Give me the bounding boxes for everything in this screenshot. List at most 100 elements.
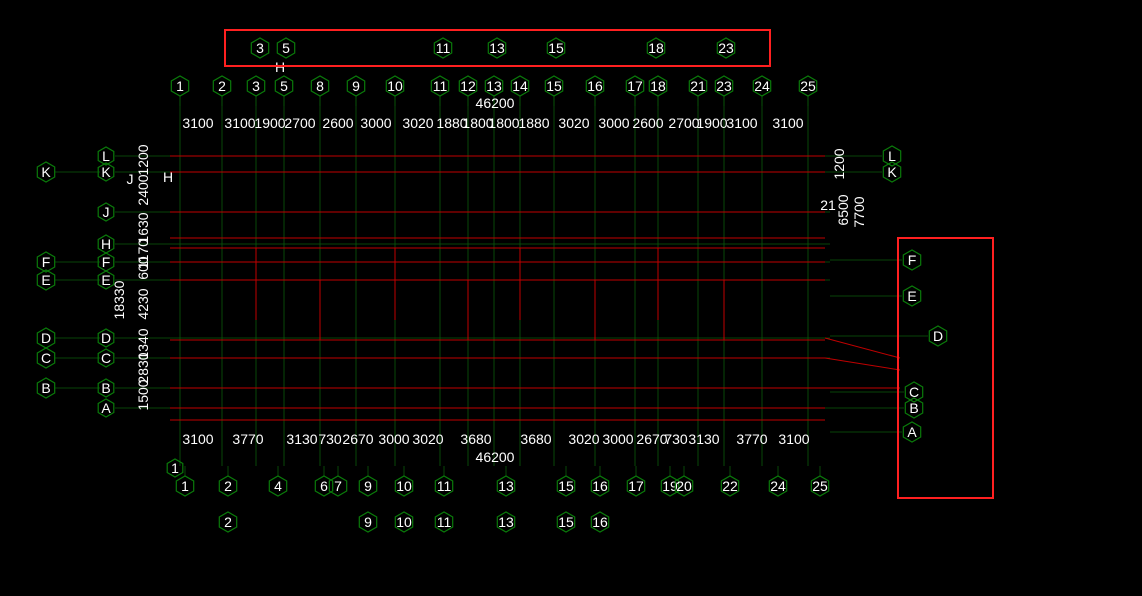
dim-text: 3770: [232, 431, 263, 447]
grid-label: 25: [812, 478, 828, 494]
grid-label: 25: [800, 78, 816, 94]
grid-label: 21: [690, 78, 706, 94]
dim-text: 3020: [402, 115, 433, 131]
dim-text: 730: [318, 431, 342, 447]
grid-label: 24: [770, 478, 786, 494]
dim-text: 6500: [835, 194, 851, 225]
grid-label: A: [101, 400, 111, 416]
red-line: [825, 358, 900, 370]
dim-text: 3100: [772, 115, 803, 131]
dim-text: 2700: [284, 115, 315, 131]
dim-text: 1900: [696, 115, 727, 131]
grid-label: E: [41, 272, 50, 288]
grid-label: 13: [498, 514, 514, 530]
grid-label: 9: [364, 514, 372, 530]
dim-text: 1630: [135, 212, 151, 243]
grid-label: 11: [437, 514, 452, 530]
grid-label: 1: [181, 478, 189, 494]
grid-label: 16: [592, 514, 608, 530]
grid-label: 18: [650, 78, 666, 94]
grid-label: 16: [592, 478, 608, 494]
grid-label: F: [102, 254, 111, 270]
grid-label: C: [41, 350, 51, 366]
grid-label: E: [101, 272, 110, 288]
grid-label: J: [103, 204, 110, 220]
dim-text: 3000: [598, 115, 629, 131]
grid-label: K: [101, 164, 111, 180]
dim-text: 3020: [568, 431, 599, 447]
grid-label: 16: [587, 78, 603, 94]
grid-label: 11: [433, 78, 448, 94]
dim-text: 3680: [520, 431, 551, 447]
grid-label: 6: [320, 478, 328, 494]
selection-box[interactable]: [898, 238, 993, 498]
grid-label: L: [102, 148, 110, 164]
dim-text: 2670: [636, 431, 667, 447]
dim-text: 3000: [378, 431, 409, 447]
grid-label: 17: [627, 78, 643, 94]
grid-label: D: [101, 330, 111, 346]
grid-label: B: [909, 400, 918, 416]
grid-label: 23: [718, 40, 734, 56]
dim-text: 3100: [182, 115, 213, 131]
grid-label: 3: [252, 78, 260, 94]
dim-text: 3130: [688, 431, 719, 447]
grid-label: 12: [460, 78, 476, 94]
grid-label: 5: [280, 78, 288, 94]
grid-label: 5: [282, 40, 290, 56]
grid-label: 14: [512, 78, 528, 94]
dim-text: 2700: [668, 115, 699, 131]
grid-label: 7: [334, 478, 342, 494]
dim-text: 2670: [342, 431, 373, 447]
grid-label: 21: [820, 197, 836, 213]
grid-label: B: [101, 380, 110, 396]
grid-label: J: [127, 171, 134, 187]
grid-label: 20: [676, 478, 692, 494]
dim-text: 4230: [135, 288, 151, 319]
dim-text: 3000: [602, 431, 633, 447]
grid-label: 11: [436, 40, 451, 56]
dim-text: 3130: [286, 431, 317, 447]
grid-label: K: [41, 164, 51, 180]
grid-label: 23: [716, 78, 732, 94]
grid-label: 18: [648, 40, 664, 56]
grid-label: 15: [558, 514, 574, 530]
grid-label: 13: [489, 40, 505, 56]
dim-text: 3770: [736, 431, 767, 447]
grid-label: 9: [352, 78, 360, 94]
grid-label: 17: [628, 478, 644, 494]
dim-text: 3020: [558, 115, 589, 131]
grid-label: H: [163, 169, 173, 185]
grid-label: 3: [256, 40, 264, 56]
dim-text: 3100: [224, 115, 255, 131]
dim-text: 2830: [135, 352, 151, 383]
grid-label: 8: [316, 78, 324, 94]
dim-text: 2600: [322, 115, 353, 131]
grid-label: 15: [546, 78, 562, 94]
grid-label: 13: [486, 78, 502, 94]
dim-text: 3680: [460, 431, 491, 447]
grid-label: C: [101, 350, 111, 366]
grid-label: 10: [396, 478, 412, 494]
grid-label: 9: [364, 478, 372, 494]
dim-text: 3100: [778, 431, 809, 447]
grid-label: K: [887, 164, 897, 180]
grid-label: 1: [171, 460, 179, 476]
grid-label: B: [41, 380, 50, 396]
dim-text: 1500: [135, 379, 151, 410]
dim-text: 2400: [135, 174, 151, 205]
grid-label: F: [42, 254, 51, 270]
grid-label: F: [908, 252, 917, 268]
dim-total: 46200: [476, 449, 515, 465]
grid-label: 22: [722, 478, 738, 494]
grid-label: D: [933, 328, 943, 344]
grid-label: 2: [218, 78, 226, 94]
dim-text: 3020: [412, 431, 443, 447]
cad-canvas[interactable]: 351113151823H123589101112131415161718212…: [0, 0, 1142, 596]
grid-label: 15: [548, 40, 564, 56]
grid-label: 11: [437, 478, 452, 494]
grid-label: 1: [176, 78, 184, 94]
dim-text: 1200: [831, 148, 847, 179]
dim-text: 3100: [726, 115, 757, 131]
dim-text: 1800: [488, 115, 519, 131]
